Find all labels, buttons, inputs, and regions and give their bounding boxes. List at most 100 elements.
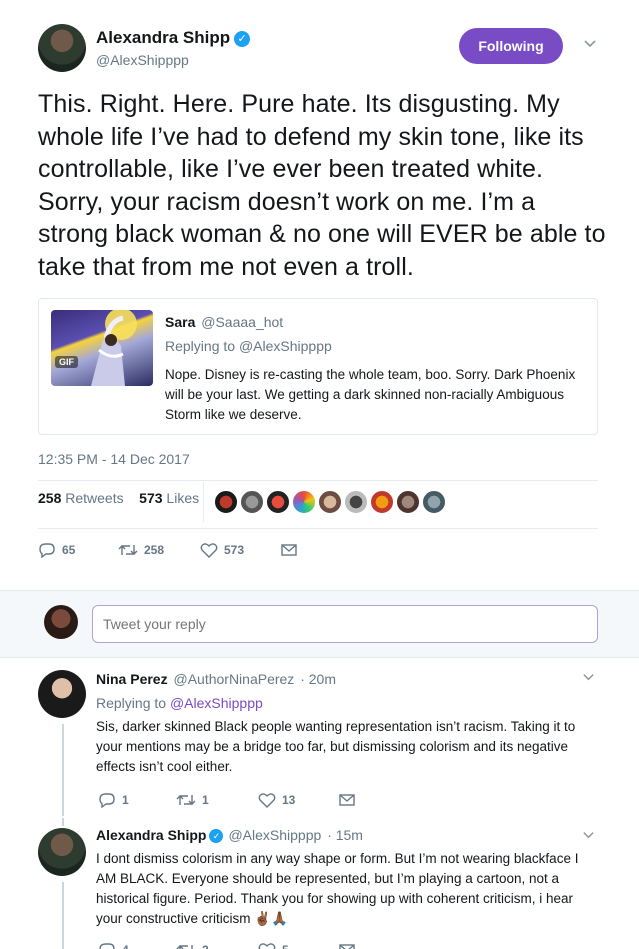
reply-action[interactable]: 1	[98, 790, 129, 810]
retweet-icon	[176, 945, 193, 949]
thread-line	[62, 724, 64, 816]
reply-author-name: Nina Perez	[96, 671, 168, 687]
reply-author[interactable]: Nina Perez @AuthorNinaPerez · 20m	[96, 671, 336, 687]
quoted-replying-mention[interactable]: @AlexShipppp	[239, 338, 332, 354]
chevron-down-icon[interactable]	[582, 828, 595, 844]
reply-icon	[99, 793, 115, 808]
retweet-action[interactable]: 1	[176, 790, 209, 810]
message-icon	[281, 544, 297, 556]
following-button[interactable]: Following	[459, 28, 563, 64]
quoted-replying-prefix: Replying to	[165, 338, 236, 354]
like-count: 5	[282, 943, 289, 949]
retweet-count: 258	[144, 543, 165, 557]
retweets-label: Retweets	[65, 490, 124, 506]
reply-time[interactable]: · 15m	[327, 827, 363, 843]
likes-label: Likes	[166, 490, 200, 506]
liker-avatar[interactable]	[214, 490, 238, 514]
reply-author-name: Alexandra Shipp	[96, 827, 207, 843]
reply-count: 65	[62, 543, 76, 557]
retweet-action[interactable]: 258	[118, 540, 164, 560]
reply-text: I dont dismiss colorism in any way shape…	[96, 851, 579, 926]
like-count: 573	[224, 543, 245, 557]
like-action[interactable]: 13	[258, 790, 295, 810]
liker-avatar[interactable]	[396, 490, 420, 514]
stats-divider	[203, 482, 204, 522]
reply-action[interactable]: 65	[38, 540, 75, 560]
likes-count: 573	[139, 490, 163, 506]
tweet-stats: 258 Retweets 573 Likes	[38, 482, 598, 522]
gif-badge: GIF	[55, 356, 78, 368]
author-name-row[interactable]: Alexandra Shipp ✓	[96, 28, 251, 48]
like-icon	[200, 543, 218, 558]
replying-mention[interactable]: @AlexShipppp	[170, 695, 263, 711]
reply-action[interactable]: 4	[98, 940, 129, 949]
retweet-count: 2	[202, 943, 209, 949]
retweet-icon	[176, 795, 196, 805]
reply-icon	[99, 943, 115, 949]
reply-composer	[0, 590, 639, 658]
reply-replying-to: Replying to @AlexShipppp	[96, 695, 263, 711]
quoted-replying-to: Replying to @AlexShipppp	[165, 338, 332, 354]
retweet-icon	[118, 545, 138, 555]
retweet-count: 1	[202, 793, 209, 807]
quoted-tweet[interactable]: GIF Sara @Saaaa_hot Replying to @AlexShi…	[38, 298, 598, 435]
tweet-timestamp[interactable]: 12:35 PM - 14 Dec 2017	[38, 451, 190, 467]
liker-avatar[interactable]	[292, 490, 316, 514]
retweets-stat[interactable]: 258 Retweets	[38, 490, 124, 506]
divider	[38, 528, 598, 529]
like-icon	[258, 943, 276, 949]
liker-avatar[interactable]	[344, 490, 368, 514]
liker-avatar[interactable]	[266, 490, 290, 514]
author-handle[interactable]: @AlexShipppp	[96, 52, 189, 68]
reply-actions: 4 2 5	[96, 940, 396, 949]
quoted-text: Nope. Disney is re-casting the whole tea…	[165, 367, 576, 422]
author-name[interactable]: Alexandra Shipp	[96, 28, 230, 47]
verified-badge-icon: ✓	[209, 829, 224, 843]
liker-avatar[interactable]	[240, 490, 264, 514]
liker-avatar[interactable]	[370, 490, 394, 514]
reply-author-handle: @AuthorNinaPerez	[173, 671, 295, 687]
like-action[interactable]: 5	[258, 940, 289, 949]
reply-author-avatar[interactable]	[38, 828, 86, 876]
verified-badge-icon: ✓	[234, 31, 251, 47]
reply-author[interactable]: Alexandra Shipp ✓ @AlexShipppp · 15m	[96, 827, 363, 843]
retweet-action[interactable]: 2	[176, 940, 209, 949]
reply-author-avatar[interactable]	[38, 670, 86, 718]
liker-avatars	[214, 490, 448, 514]
quoted-author-handle: @Saaaa_hot	[201, 314, 284, 330]
quoted-gif-thumbnail[interactable]: GIF	[51, 310, 153, 386]
message-action[interactable]	[281, 540, 297, 560]
current-user-avatar	[44, 605, 78, 639]
message-action[interactable]	[339, 790, 355, 810]
liker-avatar[interactable]	[422, 490, 446, 514]
reply-actions: 1 1 13	[96, 790, 396, 810]
like-count: 13	[282, 793, 296, 807]
reply-author-handle: @AlexShipppp	[228, 827, 322, 843]
thread-line	[62, 882, 64, 949]
chevron-down-icon[interactable]	[583, 36, 597, 50]
message-icon	[339, 794, 355, 806]
thread-line	[62, 818, 64, 826]
message-icon	[339, 944, 355, 949]
quoted-author-name: Sara	[165, 314, 196, 330]
liker-avatar[interactable]	[318, 490, 342, 514]
reply-input[interactable]	[92, 605, 598, 643]
reply-time[interactable]: · 20m	[300, 671, 336, 687]
reply-icon	[39, 543, 55, 558]
replying-prefix: Replying to	[96, 695, 167, 711]
reply-tweet[interactable]: Alexandra Shipp ✓ @AlexShipppp · 15m I don…	[0, 818, 639, 949]
divider	[38, 480, 598, 481]
like-action[interactable]: 573	[200, 540, 244, 560]
reply-count: 4	[122, 943, 129, 949]
author-avatar[interactable]	[38, 24, 86, 72]
reply-tweet[interactable]: Nina Perez @AuthorNinaPerez · 20m Replyi…	[0, 658, 639, 818]
quoted-author[interactable]: Sara @Saaaa_hot	[165, 314, 283, 330]
message-action[interactable]	[339, 940, 355, 949]
likes-stat[interactable]: 573 Likes	[139, 490, 199, 506]
like-icon	[258, 793, 276, 808]
reply-text: Sis, darker skinned Black people wanting…	[96, 719, 576, 774]
tweet-text: This. Right. Here. Pure hate. Its disgus…	[38, 90, 606, 281]
tweet-header: Alexandra Shipp ✓ @AlexShipppp Following	[38, 24, 618, 74]
reply-count: 1	[122, 793, 129, 807]
chevron-down-icon[interactable]	[582, 670, 595, 686]
